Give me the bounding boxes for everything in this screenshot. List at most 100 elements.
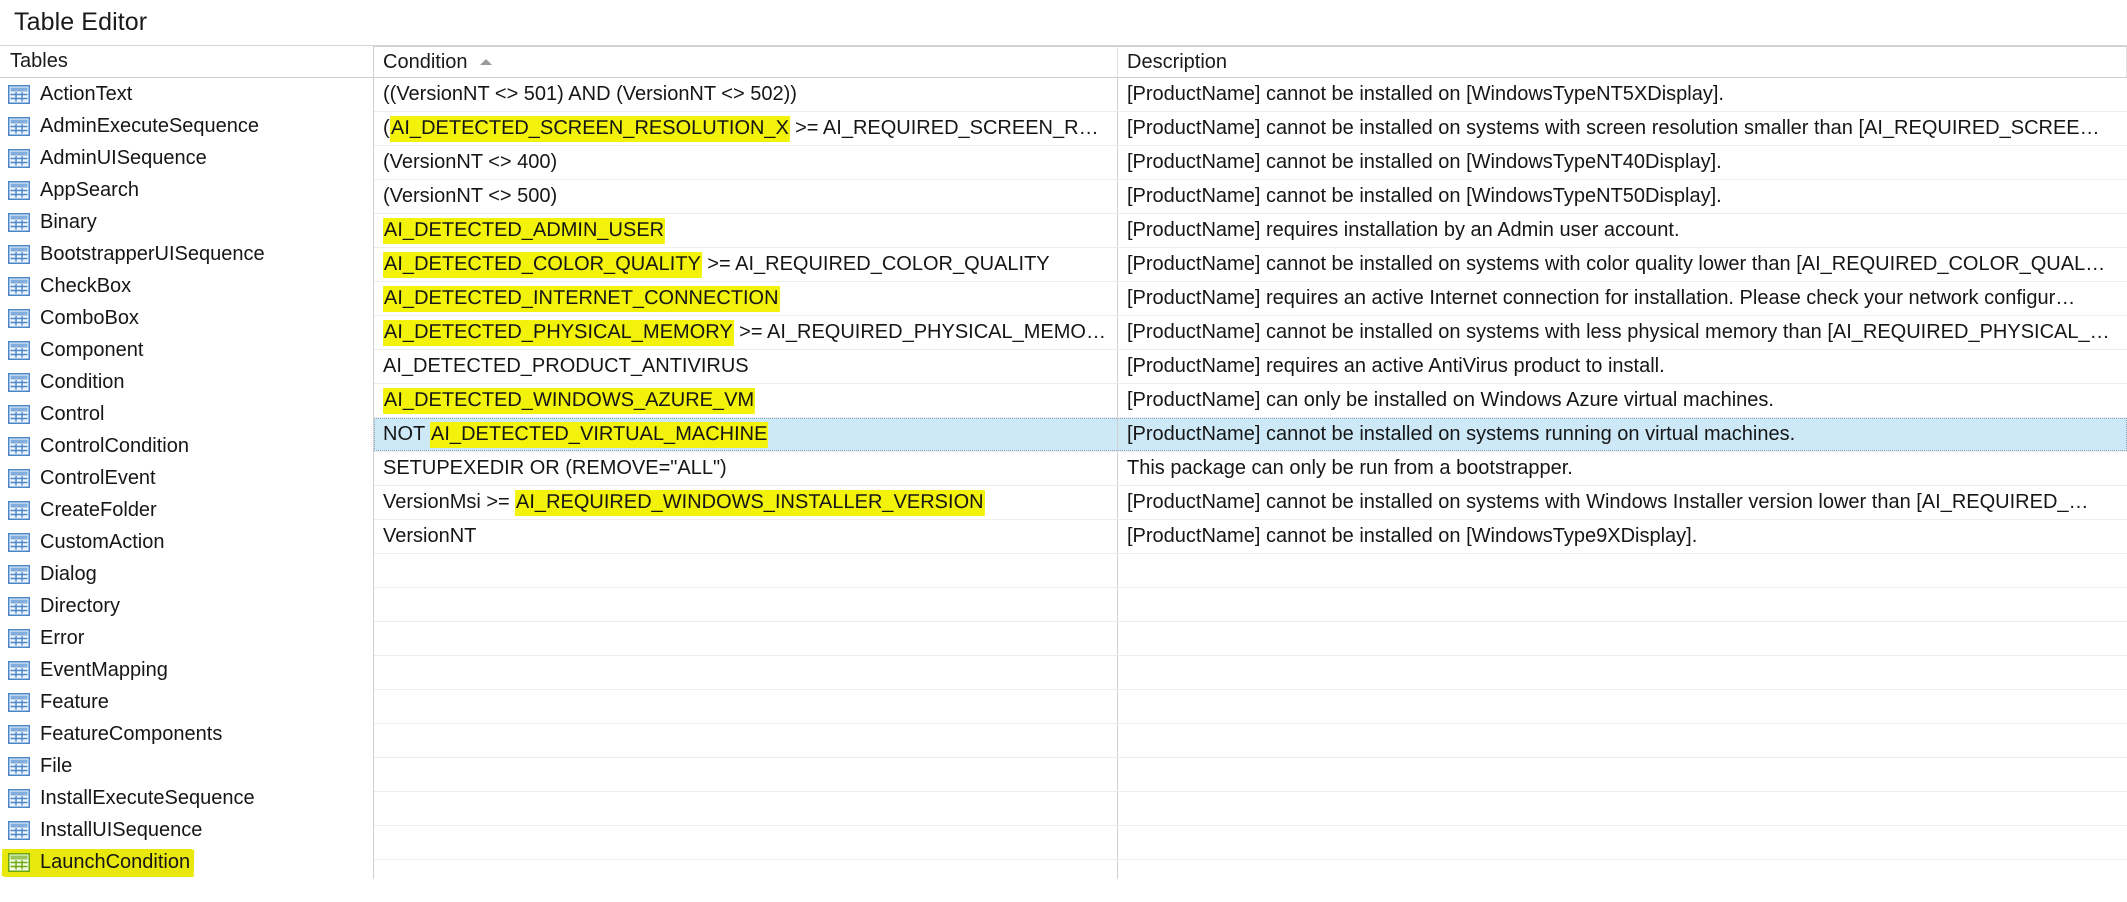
column-header-description[interactable]: Description [1118, 47, 2127, 77]
cell-description[interactable]: [ProductName] cannot be installed on sys… [1118, 112, 2127, 145]
table-row-empty[interactable] [374, 724, 2127, 758]
sidebar-item-dialog[interactable]: Dialog [0, 558, 373, 590]
cell-description-text: [ProductName] cannot be installed on [Wi… [1127, 83, 1724, 105]
cell-description[interactable]: [ProductName] cannot be installed on sys… [1118, 486, 2127, 519]
sidebar-item-label: FeatureComponents [40, 722, 223, 745]
cell-condition[interactable]: SETUPEXEDIR OR (REMOVE="ALL") [374, 452, 1118, 485]
cell-condition[interactable]: AI_DETECTED_COLOR_QUALITY >= AI_REQUIRED… [374, 248, 1118, 281]
cell-condition[interactable]: (AI_DETECTED_SCREEN_RESOLUTION_X >= AI_R… [374, 112, 1118, 145]
sidebar-item-directory[interactable]: Directory [0, 590, 373, 622]
table-row[interactable]: VersionMsi >= AI_REQUIRED_WINDOWS_INSTAL… [374, 486, 2127, 520]
cell-description[interactable]: This package can only be run from a boot… [1118, 452, 2127, 485]
sidebar-item-actiontext[interactable]: ActionText [0, 78, 373, 110]
sidebar-item-featurecomponents[interactable]: FeatureComponents [0, 718, 373, 750]
cell-condition[interactable]: VersionMsi >= AI_REQUIRED_WINDOWS_INSTAL… [374, 486, 1118, 519]
grid-table-icon [7, 788, 31, 808]
cell-condition-text: AI_DETECTED_ADMIN_USER [383, 217, 666, 244]
cell-description[interactable]: [ProductName] can only be installed on W… [1118, 384, 2127, 417]
cell-description[interactable]: [ProductName] cannot be installed on sys… [1118, 316, 2127, 349]
cell-condition-text: NOT AI_DETECTED_VIRTUAL_MACHINE [383, 421, 769, 448]
sidebar-item-label: ComboBox [40, 306, 139, 329]
cell-description[interactable]: [ProductName] cannot be installed on sys… [1118, 418, 2127, 451]
table-row-empty[interactable] [374, 588, 2127, 622]
cell-description[interactable]: [ProductName] cannot be installed on sys… [1118, 248, 2127, 281]
sidebar-item-adminexecutesequence[interactable]: AdminExecuteSequence [0, 110, 373, 142]
table-row[interactable]: VersionNT [ProductName] cannot be install… [374, 520, 2127, 554]
table-row[interactable]: AI_DETECTED_PRODUCT_ANTIVIRUS [ProductNam… [374, 350, 2127, 384]
table-row-empty[interactable] [374, 826, 2127, 860]
table-row[interactable]: (AI_DETECTED_SCREEN_RESOLUTION_X >= AI_R… [374, 112, 2127, 146]
cell-description[interactable]: [ProductName] requires installation by a… [1118, 214, 2127, 247]
cell-condition[interactable]: AI_DETECTED_PHYSICAL_MEMORY >= AI_REQUIR… [374, 316, 1118, 349]
cell-condition[interactable]: AI_DETECTED_WINDOWS_AZURE_VM [374, 384, 1118, 417]
sidebar-item-appsearch[interactable]: AppSearch [0, 174, 373, 206]
table-row-empty[interactable] [374, 622, 2127, 656]
sidebar-item-createfolder[interactable]: CreateFolder [0, 494, 373, 526]
sidebar-item-combobox[interactable]: ComboBox [0, 302, 373, 334]
grid-table-icon [7, 628, 31, 648]
cell-condition[interactable]: ((VersionNT <> 501) AND (VersionNT <> 50… [374, 78, 1118, 111]
sidebar-item-binary[interactable]: Binary [0, 206, 373, 238]
sidebar-item-checkbox[interactable]: CheckBox [0, 270, 373, 302]
table-row-empty[interactable] [374, 758, 2127, 792]
sidebar-item-condition[interactable]: Condition [0, 366, 373, 398]
sidebar-item-label: AdminExecuteSequence [40, 114, 260, 137]
sidebar-item-adminuisequence[interactable]: AdminUISequence [0, 142, 373, 174]
cell-description[interactable]: [ProductName] cannot be installed on [Wi… [1118, 146, 2127, 179]
table-row[interactable]: NOT AI_DETECTED_VIRTUAL_MACHINE [ProductN… [374, 418, 2127, 452]
cell-condition[interactable]: (VersionNT <> 400) [374, 146, 1118, 179]
table-row[interactable]: AI_DETECTED_INTERNET_CONNECTION [ProductN… [374, 282, 2127, 316]
sidebar-item-bootstrapperuisequence[interactable]: BootstrapperUISequence [0, 238, 373, 270]
table-row-empty[interactable] [374, 792, 2127, 826]
sidebar-item-installuisequence[interactable]: InstallUISequence [0, 814, 373, 846]
sidebar-item-component[interactable]: Component [0, 334, 373, 366]
sidebar-item-customaction[interactable]: CustomAction [0, 526, 373, 558]
table-row-empty[interactable] [374, 690, 2127, 724]
tables-panel: Tables ActionText AdminExecuteSequence Adm… [0, 46, 374, 879]
column-header-condition-label: Condition [383, 50, 468, 73]
sidebar-item-installexecutesequence[interactable]: InstallExecuteSequence [0, 782, 373, 814]
sidebar-item-file[interactable]: File [0, 750, 373, 782]
grid-table-icon [7, 692, 31, 712]
table-row[interactable]: (VersionNT <> 500) [ProductName] cannot b… [374, 180, 2127, 214]
cell-condition[interactable]: VersionNT [374, 520, 1118, 553]
table-row[interactable]: AI_DETECTED_WINDOWS_AZURE_VM [ProductName… [374, 384, 2127, 418]
cell-description[interactable]: [ProductName] cannot be installed on [Wi… [1118, 520, 2127, 553]
sidebar-item-eventmapping[interactable]: EventMapping [0, 654, 373, 686]
cell-condition[interactable]: (VersionNT <> 500) [374, 180, 1118, 213]
condition-highlighted-text: AI_DETECTED_ADMIN_USER [383, 217, 666, 244]
cell-description[interactable]: [ProductName] cannot be installed on [Wi… [1118, 180, 2127, 213]
grid-table-icon [7, 212, 31, 232]
table-row-empty[interactable] [374, 554, 2127, 588]
cell-condition[interactable]: AI_DETECTED_ADMIN_USER [374, 214, 1118, 247]
cell-condition[interactable]: NOT AI_DETECTED_VIRTUAL_MACHINE [374, 418, 1118, 451]
sidebar-item-controlevent[interactable]: ControlEvent [0, 462, 373, 494]
sidebar-item-controlcondition[interactable]: ControlCondition [0, 430, 373, 462]
tables-list[interactable]: ActionText AdminExecuteSequence AdminUISeq… [0, 78, 374, 879]
cell-condition[interactable]: AI_DETECTED_INTERNET_CONNECTION [374, 282, 1118, 315]
cell-description-empty [1118, 826, 2127, 859]
column-header-condition[interactable]: Condition [374, 47, 1118, 77]
grid-table-icon [7, 724, 31, 744]
grid-body[interactable]: ((VersionNT <> 501) AND (VersionNT <> 50… [374, 78, 2127, 879]
sidebar-item-feature[interactable]: Feature [0, 686, 373, 718]
table-row[interactable]: ((VersionNT <> 501) AND (VersionNT <> 50… [374, 78, 2127, 112]
sidebar-item-error[interactable]: Error [0, 622, 373, 654]
condition-suffix: >= AI_REQUIRED_SCREEN_RESOLU… [795, 116, 1111, 139]
condition-prefix: AI_DETECTED_PRODUCT_ANTIVIRUS [383, 355, 749, 377]
sidebar-item-launchcondition[interactable]: LaunchCondition [0, 846, 373, 878]
table-row-empty[interactable] [374, 860, 2127, 879]
table-row[interactable]: AI_DETECTED_ADMIN_USER [ProductName] requ… [374, 214, 2127, 248]
cell-description-text: [ProductName] can only be installed on W… [1127, 389, 1774, 411]
table-row[interactable]: AI_DETECTED_PHYSICAL_MEMORY >= AI_REQUIR… [374, 316, 2127, 350]
cell-description[interactable]: [ProductName] requires an active AntiVir… [1118, 350, 2127, 383]
cell-description[interactable]: [ProductName] cannot be installed on [Wi… [1118, 78, 2127, 111]
table-row[interactable]: AI_DETECTED_COLOR_QUALITY >= AI_REQUIRED… [374, 248, 2127, 282]
cell-condition-empty [374, 826, 1118, 859]
sidebar-item-control[interactable]: Control [0, 398, 373, 430]
table-row[interactable]: (VersionNT <> 400) [ProductName] cannot b… [374, 146, 2127, 180]
table-row[interactable]: SETUPEXEDIR OR (REMOVE="ALL") This packag… [374, 452, 2127, 486]
cell-condition[interactable]: AI_DETECTED_PRODUCT_ANTIVIRUS [374, 350, 1118, 383]
table-row-empty[interactable] [374, 656, 2127, 690]
cell-description[interactable]: [ProductName] requires an active Interne… [1118, 282, 2127, 315]
